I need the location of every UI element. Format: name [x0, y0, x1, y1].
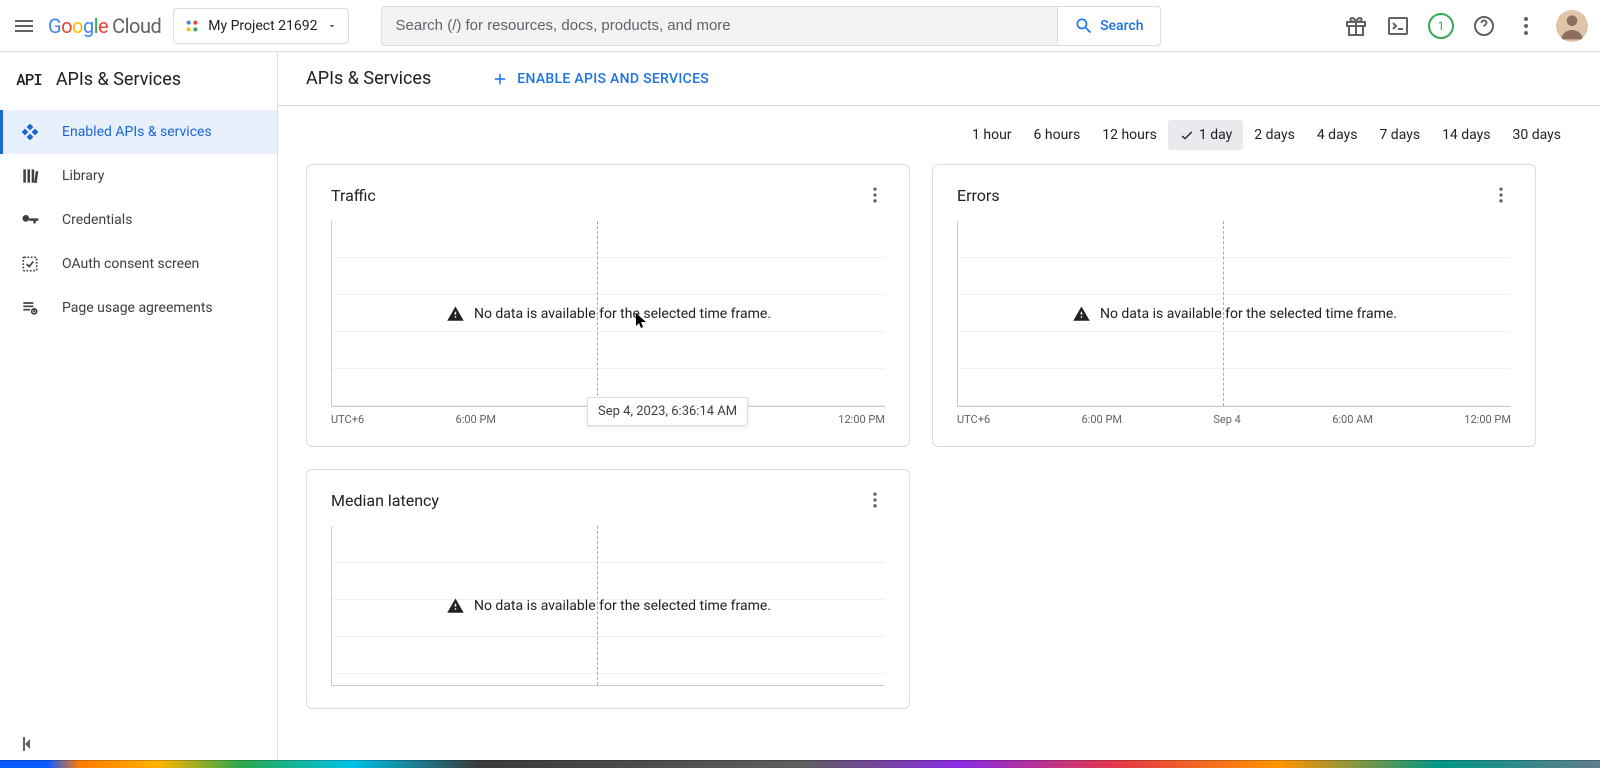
latency-card: Median latency No data is available for …: [306, 469, 910, 709]
no-data-message: No data is available for the selected ti…: [446, 305, 771, 323]
sidebar-item-label: Enabled APIs & services: [62, 124, 212, 140]
sidebar-item-enabled-apis[interactable]: Enabled APIs & services: [0, 110, 277, 154]
cloud-shell-icon[interactable]: [1386, 14, 1410, 38]
api-badge-icon: API: [16, 69, 42, 90]
warning-icon: [446, 597, 464, 615]
search-container: Search: [381, 6, 1161, 46]
google-cloud-logo[interactable]: GoogleCloud: [48, 14, 161, 38]
sidebar-item-page-usage[interactable]: Page usage agreements: [0, 286, 277, 330]
main-header: APIs & Services ENABLE APIS AND SERVICES: [278, 52, 1600, 106]
hamburger-menu-icon[interactable]: [12, 14, 36, 38]
key-icon: [20, 210, 40, 230]
time-range-4days[interactable]: 4 days: [1306, 120, 1369, 150]
no-data-message: No data is available for the selected ti…: [446, 597, 771, 615]
errors-chart[interactable]: No data is available for the selected ti…: [957, 221, 1511, 407]
no-data-message: No data is available for the selected ti…: [1072, 305, 1397, 323]
library-icon: [20, 166, 40, 186]
project-dots-icon: [184, 18, 200, 34]
time-range-2days[interactable]: 2 days: [1243, 120, 1306, 150]
diamond-icon: [20, 122, 40, 142]
project-name: My Project 21692: [208, 18, 317, 34]
card-menu-icon[interactable]: [1491, 185, 1511, 205]
latency-chart[interactable]: No data is available for the selected ti…: [331, 526, 885, 686]
card-title-traffic: Traffic: [331, 186, 376, 205]
chart-tooltip: Sep 4, 2023, 6:36:14 AM: [587, 397, 748, 426]
sidebar: API APIs & Services Enabled APIs & servi…: [0, 52, 278, 768]
time-range-30days[interactable]: 30 days: [1502, 120, 1572, 150]
sidebar-item-label: Page usage agreements: [62, 300, 213, 316]
sidebar-item-label: OAuth consent screen: [62, 256, 199, 272]
time-range-6hours[interactable]: 6 hours: [1023, 120, 1092, 150]
help-icon[interactable]: [1472, 14, 1496, 38]
search-icon: [1074, 16, 1094, 36]
cursor-icon: [636, 313, 648, 329]
enable-apis-button[interactable]: ENABLE APIS AND SERVICES: [491, 70, 709, 88]
caret-down-icon: [326, 20, 338, 32]
card-title-errors: Errors: [957, 186, 1000, 205]
agreement-icon: [20, 298, 40, 318]
sidebar-header: API APIs & Services: [0, 52, 277, 106]
user-avatar[interactable]: [1556, 10, 1588, 42]
time-range-14days[interactable]: 14 days: [1431, 120, 1501, 150]
more-vert-icon[interactable]: [1514, 14, 1538, 38]
time-range-1hour[interactable]: 1 hour: [961, 120, 1023, 150]
traffic-card: Traffic No data is available for the sel…: [306, 164, 910, 447]
plus-icon: [491, 70, 509, 88]
time-range-12hours[interactable]: 12 hours: [1091, 120, 1168, 150]
sidebar-item-label: Library: [62, 168, 104, 184]
traffic-chart[interactable]: No data is available for the selected ti…: [331, 221, 885, 407]
top-right-actions: 1: [1344, 10, 1588, 42]
sidebar-item-credentials[interactable]: Credentials: [0, 198, 277, 242]
page-title: APIs & Services: [306, 68, 431, 89]
time-range-7days[interactable]: 7 days: [1368, 120, 1431, 150]
dock-bar: [0, 760, 1600, 768]
collapse-sidebar-icon[interactable]: [16, 732, 40, 756]
sidebar-item-library[interactable]: Library: [0, 154, 277, 198]
consent-icon: [20, 254, 40, 274]
warning-icon: [1072, 305, 1090, 323]
main-content: APIs & Services ENABLE APIS AND SERVICES…: [278, 52, 1600, 768]
card-menu-icon[interactable]: [865, 185, 885, 205]
search-button[interactable]: Search: [1057, 6, 1160, 46]
sidebar-title: APIs & Services: [56, 69, 181, 90]
errors-card: Errors No data is available for the sele…: [932, 164, 1536, 447]
time-range-1day[interactable]: 1 day: [1168, 120, 1243, 150]
top-bar: GoogleCloud My Project 21692 Search 1: [0, 0, 1600, 52]
sidebar-item-oauth[interactable]: OAuth consent screen: [0, 242, 277, 286]
x-axis-labels: UTC+6 6:00 PM Sep 4 6:00 AM 12:00 PM: [957, 407, 1511, 426]
project-selector[interactable]: My Project 21692: [173, 8, 348, 44]
time-range-selector: 1 hour 6 hours 12 hours 1 day 2 days 4 d…: [278, 106, 1600, 164]
search-input[interactable]: [396, 17, 1044, 34]
card-title-latency: Median latency: [331, 491, 439, 510]
search-box[interactable]: [381, 6, 1058, 46]
card-menu-icon[interactable]: [865, 490, 885, 510]
warning-icon: [446, 305, 464, 323]
free-trial-badge[interactable]: 1: [1428, 13, 1454, 39]
check-icon: [1179, 127, 1195, 143]
sidebar-item-label: Credentials: [62, 212, 132, 228]
gift-icon[interactable]: [1344, 14, 1368, 38]
